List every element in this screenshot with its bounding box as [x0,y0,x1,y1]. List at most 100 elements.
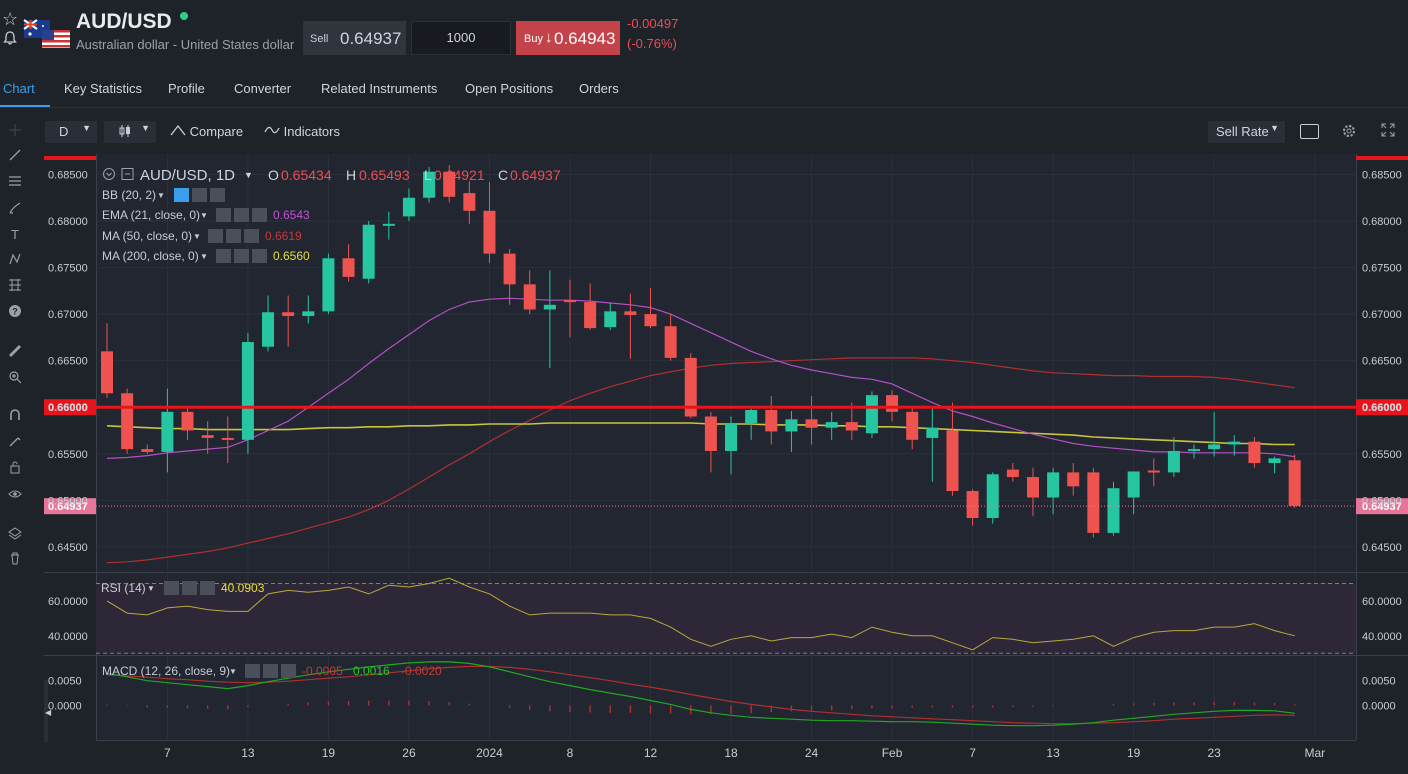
candle-up [865,395,878,434]
lock-drawing-icon[interactable] [6,434,24,452]
chevron-down-icon[interactable]: ▼ [244,170,253,180]
tab-orders[interactable]: Orders [579,81,619,96]
tab-open-positions[interactable]: Open Positions [465,81,553,96]
rsi-label[interactable]: RSI (14) [101,581,146,595]
remove-indicator-icon[interactable] [252,249,267,263]
y-tick-label: 0.66000 [48,402,88,414]
screenshot-icon[interactable] [1300,124,1319,139]
gear-icon[interactable] [1341,123,1357,144]
candle-down [765,410,778,432]
help-icon[interactable]: ? [6,304,24,322]
macd-signal-value: -0.0020 [401,664,442,678]
rate-type-select[interactable]: Sell Rate ▼ [1208,121,1285,143]
settings-toggle-icon[interactable] [182,581,197,595]
crosshair-icon[interactable] [6,123,24,141]
alert-bar [1356,156,1408,160]
layers-icon[interactable] [6,526,24,544]
indicators-button[interactable]: Indicators [264,124,340,139]
chevron-down-icon[interactable]: ▼ [200,252,208,261]
magnet-icon[interactable] [6,408,24,426]
remove-indicator-icon[interactable] [244,229,259,243]
candle-up [1127,471,1140,498]
remove-indicator-icon[interactable] [281,664,296,678]
fib-icon[interactable] [6,278,24,296]
y-tick-label: 0.67500 [1362,263,1402,275]
symbol-description: Australian dollar - United States dollar [76,37,295,52]
y-tick-label: 0.66500 [1362,356,1402,368]
parallel-lines-icon[interactable] [6,174,24,192]
tab-chart[interactable]: Chart [3,81,35,96]
text-icon[interactable]: T [6,226,24,244]
chevron-down-icon[interactable]: ▼ [193,232,201,241]
tab-related-instruments[interactable]: Related Instruments [321,81,437,96]
trend-line-icon[interactable] [6,148,24,166]
candle-down [584,302,597,329]
fullscreen-icon[interactable] [1381,123,1395,142]
ma200-label[interactable]: MA (200, close, 0) [102,249,199,263]
settings-toggle-icon[interactable] [234,208,249,222]
ruler-icon[interactable] [6,344,24,362]
candle-up [402,197,415,217]
left-axis [45,154,96,740]
candle-down [966,491,979,519]
quantity-input[interactable]: 1000 [411,21,511,55]
chart-type-select[interactable]: ▼ [104,121,156,143]
chevron-down-icon[interactable]: ▼ [147,584,155,593]
settings-toggle-icon[interactable] [226,229,241,243]
alert-bell-icon[interactable] [2,30,20,48]
chevron-down-icon[interactable]: ▼ [157,191,165,200]
eye-toggle-icon[interactable] [245,664,260,678]
tab-profile[interactable]: Profile [168,81,205,96]
candle-down [946,430,959,492]
remove-indicator-icon[interactable] [252,208,267,222]
ema-label[interactable]: EMA (21, close, 0) [102,208,200,222]
legend-title: AUD/USD, 1D [140,167,235,184]
eye-toggle-icon[interactable] [174,188,189,202]
chevron-down-icon[interactable]: ▼ [200,211,208,220]
sell-label: Sell [310,33,329,45]
x-tick-label: 19 [1127,746,1141,760]
candle-down [101,351,113,394]
remove-indicator-icon[interactable] [200,581,215,595]
eye-toggle-icon[interactable] [216,208,231,222]
lock-icon[interactable] [6,460,24,478]
market-open-indicator [180,12,188,20]
x-tick-label: Mar [1304,746,1325,760]
brush-icon[interactable] [6,201,24,219]
chevron-down-icon: ▼ [141,123,150,133]
candle-down [1067,472,1080,487]
trash-icon[interactable] [6,551,24,569]
compare-button[interactable]: Compare [170,124,243,139]
x-tick-label: 13 [241,746,255,760]
settings-toggle-icon[interactable] [234,249,249,263]
settings-toggle-icon[interactable] [263,664,278,678]
ma50-label[interactable]: MA (50, close, 0) [102,229,192,243]
macd-label[interactable]: MACD (12, 26, close, 9) [102,664,230,678]
eye-toggle-icon[interactable] [216,249,231,263]
eye-toggle-icon[interactable] [208,229,223,243]
bb-label[interactable]: BB (20, 2) [102,188,156,202]
chart-area[interactable]: ◀ 0.66000 0.66000 0.64937 0.64937 0.68500 0.… [42,154,1408,769]
rsi-tick-label: 60.0000 [48,596,88,608]
buy-button[interactable]: Buy ↓ 0.64943 [516,21,620,55]
eye-toggle-icon[interactable] [164,581,179,595]
rsi-tick-label: 40.0000 [48,631,88,643]
buy-price: 0.64943 [554,29,616,48]
y-tick-label: 0.64500 [48,542,88,554]
sell-button[interactable]: Sell 0.64937 [303,21,406,55]
chevron-down-icon[interactable]: ▼ [229,667,237,676]
eye-icon[interactable] [6,487,24,505]
star-icon[interactable]: ☆ [2,10,20,28]
y-tick-label: 0.68000 [48,216,88,228]
interval-select[interactable]: D ▼ [45,121,97,143]
tab-key-statistics[interactable]: Key Statistics [64,81,142,96]
remove-indicator-icon[interactable] [210,188,225,202]
candle-up [1167,450,1180,473]
pattern-icon[interactable] [6,252,24,270]
zoom-icon[interactable] [6,370,24,388]
settings-toggle-icon[interactable] [192,188,207,202]
tab-converter[interactable]: Converter [234,81,291,96]
down-arrow-icon: ↓ [545,29,553,46]
x-tick-label: 23 [1207,746,1221,760]
price-chart[interactable]: ◀ 0.66000 0.660000.64937 0.64937 0.68500 0.… [42,154,1408,769]
